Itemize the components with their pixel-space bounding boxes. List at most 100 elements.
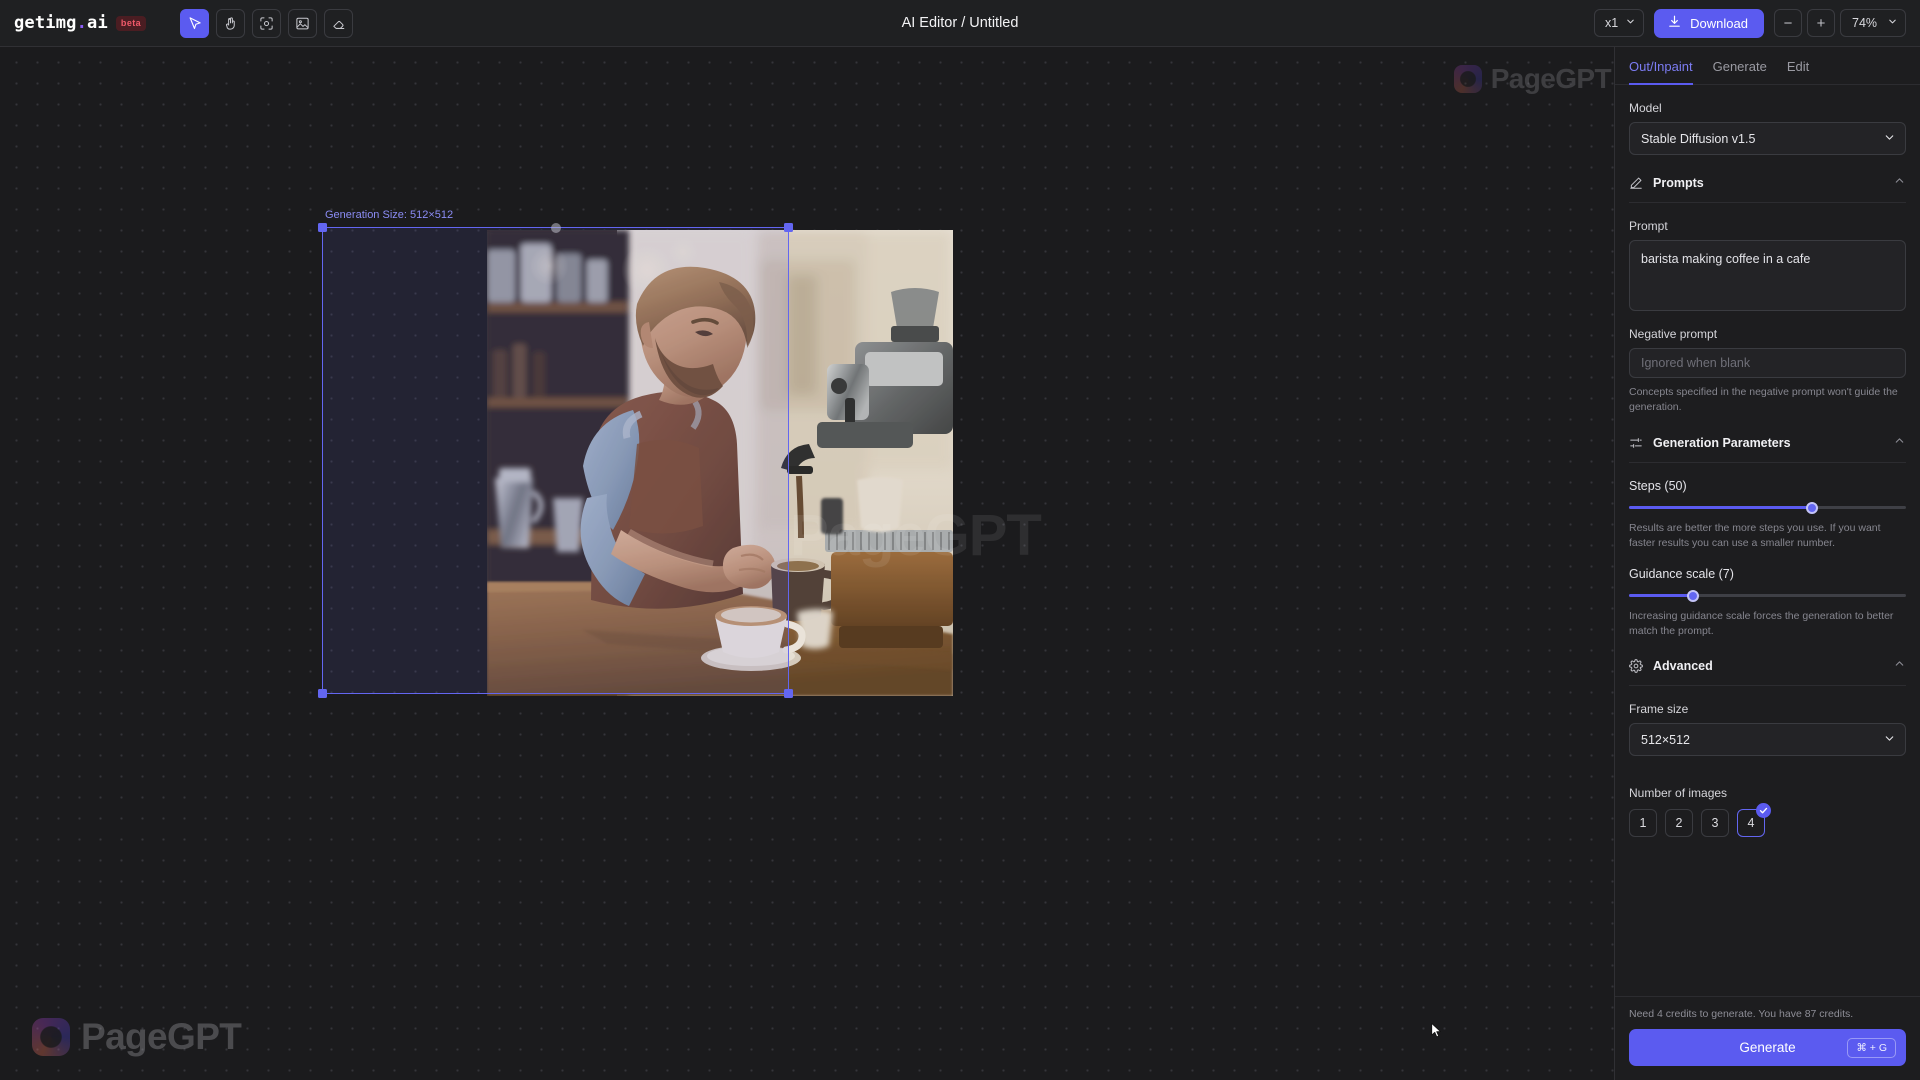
advanced-section-header[interactable]: Advanced (1629, 657, 1906, 687)
number-option-4[interactable]: 4 (1737, 803, 1771, 838)
frame-size-select[interactable]: 512×512 (1629, 723, 1906, 757)
beta-badge: beta (115, 15, 147, 31)
number-option-3[interactable]: 3 (1701, 809, 1729, 838)
frame-size-value: 512×512 (1641, 732, 1691, 747)
resize-handle-bottom-right[interactable] (784, 689, 793, 698)
chevron-up-icon (1893, 657, 1906, 675)
model-value: Stable Diffusion v1.5 (1641, 131, 1756, 146)
zoom-level-select[interactable]: 74% (1840, 9, 1906, 37)
prompt-input[interactable]: barista making coffee in a cafe (1629, 240, 1906, 311)
brand-name: getimg (14, 13, 77, 33)
model-select[interactable]: Stable Diffusion v1.5 (1629, 122, 1906, 155)
download-icon (1667, 14, 1682, 32)
chevron-down-icon (1883, 732, 1896, 748)
number-option-4-label: 4 (1747, 816, 1755, 831)
generate-label: Generate (1739, 1040, 1796, 1055)
guidance-slider-thumb[interactable] (1686, 589, 1699, 602)
watermark-text: PageGPT (1490, 63, 1612, 94)
steps-slider-fill (1629, 506, 1812, 510)
panel-footer: Need 4 credits to generate. You have 87 … (1615, 996, 1920, 1080)
gear-icon (1629, 659, 1643, 674)
zoom-level-value: 74% (1852, 16, 1878, 30)
negative-prompt-helper: Concepts specified in the negative promp… (1629, 386, 1898, 413)
number-option-1[interactable]: 1 (1629, 809, 1657, 838)
steps-slider-thumb[interactable] (1805, 501, 1818, 514)
chevron-down-icon (1625, 16, 1636, 30)
watermark-text: PageGPT (81, 1016, 242, 1057)
tool-group (180, 8, 354, 38)
scale-value: x1 (1604, 16, 1619, 30)
guidance-slider[interactable] (1629, 589, 1906, 602)
generation-selection-frame[interactable]: Generation Size: 512×512 (318, 209, 793, 698)
download-label: Download (1690, 15, 1748, 31)
pagegpt-logo-icon (32, 1018, 70, 1056)
credits-text: Need 4 credits to generate. You have 87 … (1629, 1008, 1854, 1020)
zoom-in-button[interactable]: + (1807, 9, 1835, 37)
prompts-section-header[interactable]: Prompts (1629, 174, 1906, 203)
pan-tool-button[interactable] (216, 8, 246, 38)
cursor-arrow-icon (187, 16, 202, 31)
download-button[interactable]: Download (1654, 8, 1764, 38)
right-settings-panel: Out/Inpaint Generate Edit Model Stable D… (1614, 47, 1920, 1080)
select-tool-button[interactable] (180, 8, 210, 38)
steps-label: Steps (50) (1629, 478, 1687, 493)
prompt-label: Prompt (1629, 219, 1668, 233)
generation-parameters-header[interactable]: Generation Parameters (1629, 434, 1906, 463)
chevron-up-icon (1893, 174, 1906, 192)
negative-prompt-label: Negative prompt (1629, 327, 1718, 341)
ai-editor-app: getimg.ai beta AI Editor / Untitled x1 D… (0, 0, 1920, 1080)
number-of-images-group: 1 2 3 4 (1629, 803, 1906, 838)
image-icon (295, 16, 310, 31)
pagegpt-logo-icon (1453, 65, 1482, 93)
chevron-up-icon (1893, 434, 1906, 452)
image-tool-button[interactable] (288, 8, 318, 38)
brand-logo: getimg.ai beta (14, 13, 147, 33)
advanced-section-title: Advanced (1653, 659, 1713, 674)
panel-tabs: Out/Inpaint Generate Edit (1615, 47, 1920, 85)
brand-tld: ai (87, 13, 108, 33)
prompts-section-title: Prompts (1653, 176, 1704, 190)
pencil-icon (1629, 176, 1643, 190)
model-label: Model (1629, 101, 1662, 115)
number-of-images-label: Number of images (1629, 786, 1728, 801)
watermark-top-right: PageGPT (1453, 63, 1612, 95)
brand-dot: . (76, 13, 88, 33)
resize-handle-bottom-left[interactable] (318, 689, 327, 698)
resize-handle-top-right[interactable] (784, 223, 793, 232)
eraser-tool-button[interactable] (324, 8, 354, 38)
guidance-helper: Increasing guidance scale forces the gen… (1629, 609, 1894, 637)
steps-slider[interactable] (1629, 501, 1906, 514)
generate-button[interactable]: Generate ⌘ + G (1629, 1029, 1906, 1066)
panel-content: Model Stable Diffusion v1.5 Prompts Prom… (1615, 85, 1920, 996)
zoom-controls: − + 74% (1774, 9, 1906, 37)
generation-parameters-title: Generation Parameters (1653, 435, 1791, 450)
editor-canvas[interactable]: PageGPT PageGPT (0, 47, 1614, 1080)
steps-helper: Results are better the more steps you us… (1629, 521, 1881, 549)
tab-edit[interactable]: Edit (1787, 59, 1809, 85)
negative-prompt-input[interactable]: Ignored when blank (1629, 348, 1906, 378)
guidance-slider-fill (1629, 594, 1693, 598)
tab-generate[interactable]: Generate (1713, 59, 1767, 85)
zoom-out-button[interactable]: − (1774, 9, 1802, 37)
brand-text: getimg.ai (14, 13, 108, 33)
generation-size-label: Generation Size: 512×512 (325, 209, 454, 221)
eraser-icon (331, 16, 346, 31)
focus-frame-icon (259, 16, 274, 31)
generate-shortcut: ⌘ + G (1847, 1037, 1896, 1058)
scale-select[interactable]: x1 (1593, 9, 1645, 37)
watermark-bottom-left: PageGPT (32, 1016, 242, 1058)
sliders-icon (1629, 436, 1643, 450)
frame-size-label: Frame size (1629, 702, 1689, 717)
guidance-label: Guidance scale (7) (1629, 566, 1734, 581)
tab-out-inpaint[interactable]: Out/Inpaint (1629, 59, 1693, 85)
check-icon (1756, 803, 1771, 819)
rotate-handle[interactable] (550, 223, 561, 233)
top-toolbar: getimg.ai beta AI Editor / Untitled x1 D… (0, 0, 1920, 47)
frame-tool-button[interactable] (252, 8, 282, 38)
resize-handle-top-left[interactable] (318, 223, 327, 232)
hand-icon (223, 16, 238, 31)
topbar-right-group: x1 Download − + 74% (1593, 8, 1906, 38)
chevron-down-icon (1887, 16, 1898, 30)
chevron-down-icon (1883, 131, 1896, 147)
number-option-2[interactable]: 2 (1665, 809, 1693, 838)
